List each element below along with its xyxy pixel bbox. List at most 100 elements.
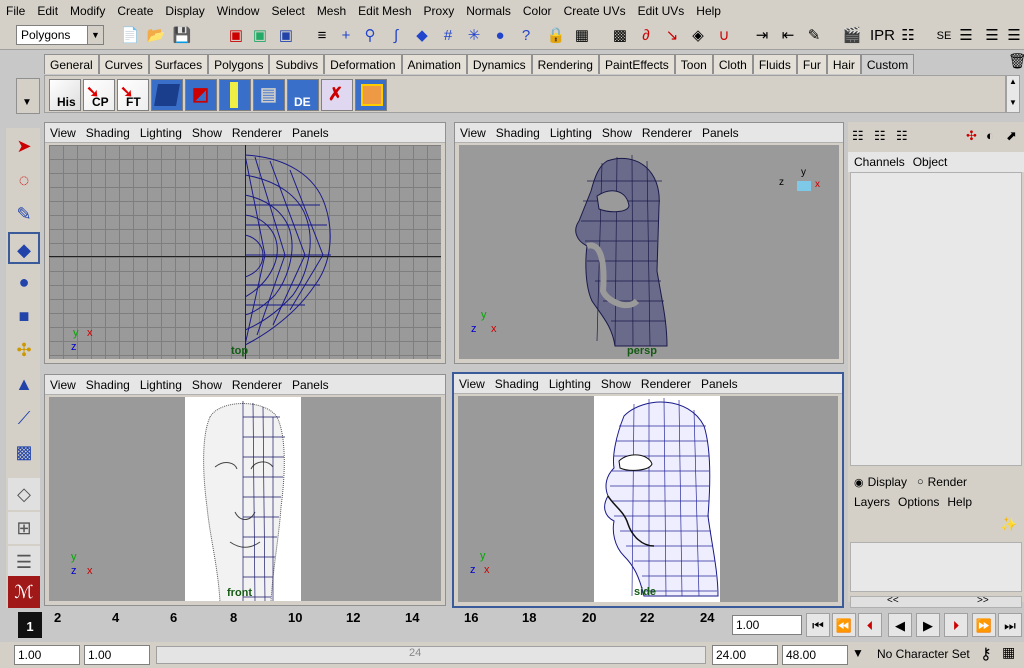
tab-subdivs[interactable]: Subdivs — [269, 54, 325, 74]
panel-menu-shading[interactable]: Shading — [81, 378, 135, 392]
radio-unselected-icon[interactable]: ○ — [917, 476, 924, 488]
move-tool-icon[interactable]: ◆ — [8, 232, 40, 264]
options-menu[interactable]: Options — [894, 495, 943, 509]
panel-menu-renderer[interactable]: Renderer — [227, 126, 287, 140]
shelf-cut-faces-button[interactable]: ▤ — [253, 79, 285, 111]
render-settings-icon[interactable]: ☷ — [898, 25, 918, 47]
current-frame-marker[interactable]: 1 — [18, 612, 42, 638]
four-view-layout-icon[interactable]: ⊞ — [8, 512, 40, 544]
menu-edit-uvs[interactable]: Edit UVs — [632, 0, 691, 22]
show-channels-icon[interactable]: ☰ — [1004, 25, 1024, 47]
preferences-icon[interactable]: ▦ — [1002, 644, 1015, 661]
manipulator-icon[interactable]: ✣ — [966, 128, 977, 144]
panel-menu-renderer[interactable]: Renderer — [637, 126, 697, 140]
snap-grid-icon[interactable]: ▩ — [610, 25, 630, 47]
arrow-icon[interactable]: ⬈ — [1006, 128, 1017, 144]
tab-general[interactable]: General — [44, 54, 99, 74]
shelf-scrollbar[interactable]: ▲ ▼ — [1006, 75, 1020, 113]
show-tool-settings-icon[interactable]: ☰ — [982, 25, 1002, 47]
channel-box-icon[interactable]: ☷ — [852, 128, 864, 144]
deformations-icon[interactable]: # — [438, 25, 458, 47]
panel-menu-panels[interactable]: Panels — [697, 126, 744, 140]
persp-view-canvas[interactable]: y z x y z x persp — [459, 145, 839, 359]
scroll-left-button[interactable]: << — [887, 595, 899, 606]
viewport-front[interactable]: View Shading Lighting Show Renderer Pane… — [44, 374, 446, 606]
mode-selector[interactable]: Polygons ▼ — [16, 25, 104, 45]
highlight-icon[interactable]: ▦ — [572, 25, 592, 47]
top-view-canvas[interactable]: y x z top — [49, 145, 441, 359]
tab-polygons[interactable]: Polygons — [208, 54, 270, 74]
menu-mesh[interactable]: Mesh — [311, 0, 352, 22]
panel-menu-panels[interactable]: Panels — [696, 377, 743, 391]
step-back-key-icon[interactable]: ⏪ — [832, 613, 856, 637]
tab-dynamics[interactable]: Dynamics — [466, 54, 532, 74]
tab-fur[interactable]: Fur — [796, 54, 827, 74]
lasso-tool-icon[interactable]: ◌ — [8, 164, 40, 196]
tab-surfaces[interactable]: Surfaces — [148, 54, 209, 74]
tab-cloth[interactable]: Cloth — [712, 54, 753, 74]
menu-normals[interactable]: Normals — [460, 0, 517, 22]
channels-menu[interactable]: Channels — [848, 155, 911, 169]
panel-menu-renderer[interactable]: Renderer — [227, 378, 287, 392]
contrast-icon[interactable]: ◐ — [986, 128, 994, 143]
step-forward-frame-icon[interactable]: ⏵ — [944, 613, 968, 637]
shelf-de-button[interactable]: DE — [287, 79, 319, 111]
shelf-smooth-button[interactable] — [355, 79, 387, 111]
panel-menu-lighting[interactable]: Lighting — [135, 126, 187, 140]
paint-select-tool-icon[interactable]: ✎ — [8, 198, 40, 230]
misc-icon[interactable]: ? — [516, 25, 536, 47]
single-view-layout-icon[interactable]: ◇ — [8, 478, 40, 510]
menu-help[interactable]: Help — [690, 0, 727, 22]
handles-icon[interactable]: + — [336, 25, 356, 47]
panel-menu-view[interactable]: View — [454, 377, 490, 391]
panel-menu-lighting[interactable]: Lighting — [135, 378, 187, 392]
scroll-right-button[interactable]: >> — [977, 595, 989, 606]
snap-view-icon[interactable]: ◈ — [688, 25, 708, 47]
side-view-canvas[interactable]: y z x side — [458, 396, 838, 602]
render-radio-label[interactable]: Render — [928, 475, 967, 489]
last-tool-icon[interactable]: ▩ — [8, 436, 40, 468]
channel-box-area[interactable] — [850, 172, 1022, 466]
object-menu[interactable]: Object — [911, 155, 950, 169]
select-object-icon[interactable]: ▣ — [250, 25, 270, 47]
viewport-top[interactable]: View Shading Lighting Show Renderer Pane… — [44, 122, 446, 364]
attribute-layout-icon[interactable]: ☷ — [874, 128, 886, 144]
layer-scrollbar[interactable]: << >> — [850, 595, 1022, 608]
animation-end-field[interactable]: 48.00 — [782, 645, 848, 665]
render-icon[interactable]: 🎬 — [842, 25, 862, 47]
layer-layout-icon[interactable]: ☷ — [896, 128, 908, 144]
tab-hair[interactable]: Hair — [826, 54, 861, 74]
shelf-insert-loop-button[interactable] — [219, 79, 251, 111]
menu-modify[interactable]: Modify — [64, 0, 111, 22]
menu-create-uvs[interactable]: Create UVs — [558, 0, 632, 22]
animation-start-field[interactable]: 1.00 — [14, 645, 80, 665]
panel-menu-panels[interactable]: Panels — [287, 126, 334, 140]
shelf-split-button[interactable]: ◩ — [185, 79, 217, 111]
go-to-start-icon[interactable]: ⏮ — [806, 613, 830, 637]
radio-selected-icon[interactable]: ◉ — [854, 476, 864, 489]
trash-icon[interactable]: 🗑 — [1008, 52, 1024, 70]
select-tool-icon[interactable]: ➤ — [8, 130, 40, 162]
layers-menu[interactable]: Layers — [850, 495, 894, 509]
outliner-layout-icon[interactable]: ☰ — [8, 546, 40, 578]
view-axis-gizmo[interactable]: y z x — [779, 167, 821, 205]
snap-point-icon[interactable]: ↘ — [662, 25, 682, 47]
tab-custom[interactable]: Custom — [860, 54, 915, 74]
snap-curve-icon[interactable]: ∂ — [636, 25, 656, 47]
tab-curves[interactable]: Curves — [98, 54, 149, 74]
tab-animation[interactable]: Animation — [401, 54, 467, 74]
select-hierarchy-icon[interactable]: ▣ — [226, 25, 246, 47]
panel-menu-view[interactable]: View — [45, 126, 81, 140]
soft-mod-tool-icon[interactable]: ▲ — [8, 368, 40, 400]
sel-field-icon[interactable]: SE — [934, 25, 954, 47]
step-forward-key-icon[interactable]: ⏩ — [972, 613, 996, 637]
playback-end-field[interactable]: 24.00 — [712, 645, 778, 665]
display-radio-label[interactable]: Display — [868, 475, 907, 489]
rotate-tool-icon[interactable]: ● — [8, 266, 40, 298]
menu-window[interactable]: Window — [211, 0, 266, 22]
menu-color[interactable]: Color — [517, 0, 558, 22]
menu-display[interactable]: Display — [159, 0, 210, 22]
shelf-ft-button[interactable]: ➘ FT — [117, 79, 149, 111]
dynamics-icon[interactable]: ✳ — [464, 25, 484, 47]
save-scene-icon[interactable]: 💾 — [172, 25, 192, 47]
